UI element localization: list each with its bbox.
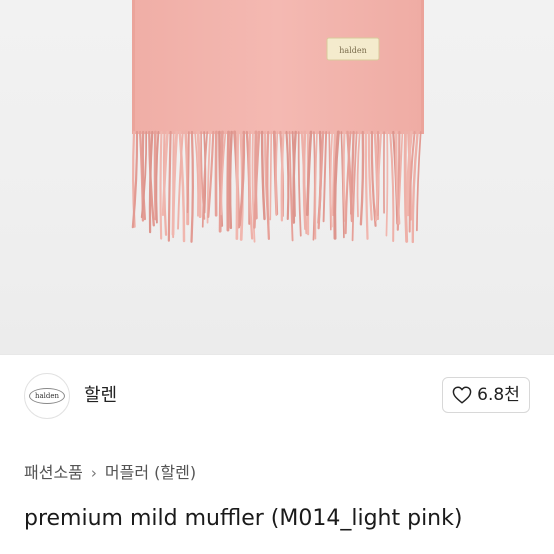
fringe-strand bbox=[266, 130, 271, 240]
fringe-strand bbox=[359, 130, 365, 226]
product-image[interactable]: halden bbox=[0, 0, 554, 354]
fringe-strand bbox=[269, 131, 273, 221]
like-count: 6.8천 bbox=[477, 385, 520, 405]
scarf-label-text: halden bbox=[339, 46, 367, 55]
fringe-strand bbox=[285, 130, 290, 220]
chevron-right-icon: › bbox=[90, 464, 97, 482]
fringe-strand bbox=[385, 131, 389, 237]
fringe-strand bbox=[314, 131, 318, 240]
fringe-strand bbox=[389, 130, 395, 242]
fringe-strand bbox=[155, 131, 160, 224]
fringe-strand bbox=[322, 131, 328, 223]
product-detail-page: halden halden 할렌 6.8천 패션소품 › 머플러 (할렌) pr… bbox=[0, 0, 554, 554]
fringe-strand bbox=[228, 130, 233, 230]
breadcrumb: 패션소품 › 머플러 (할렌) bbox=[24, 462, 196, 484]
fringe-strand bbox=[235, 130, 240, 240]
scarf-body bbox=[132, 0, 424, 134]
fringe-strand bbox=[356, 131, 361, 218]
fringe-strand bbox=[190, 130, 194, 243]
fringe-strand bbox=[159, 130, 163, 240]
brand-logo-mark: halden bbox=[29, 388, 65, 404]
brand-row: halden 할렌 6.8천 bbox=[0, 354, 554, 441]
product-title: premium mild muffler (M014_light pink) bbox=[24, 506, 463, 531]
heart-icon bbox=[452, 386, 472, 404]
fringe-strand bbox=[288, 131, 294, 242]
scarf-illustration: halden bbox=[131, 0, 424, 244]
fringe-strand bbox=[167, 130, 172, 242]
fringe-strand bbox=[297, 131, 302, 237]
breadcrumb-subcategory[interactable]: 머플러 (할렌) bbox=[105, 462, 196, 484]
brand-logo-text: halden bbox=[34, 392, 60, 400]
like-button[interactable]: 6.8천 bbox=[442, 377, 530, 413]
breadcrumb-category[interactable]: 패션소품 bbox=[24, 462, 83, 484]
fringe-strand bbox=[302, 130, 307, 231]
fringe-strand bbox=[364, 130, 369, 240]
scarf-fringe bbox=[131, 130, 422, 244]
brand-name[interactable]: 할렌 bbox=[84, 385, 117, 407]
fringe-strand bbox=[226, 130, 230, 232]
brand-logo[interactable]: halden bbox=[24, 373, 70, 419]
